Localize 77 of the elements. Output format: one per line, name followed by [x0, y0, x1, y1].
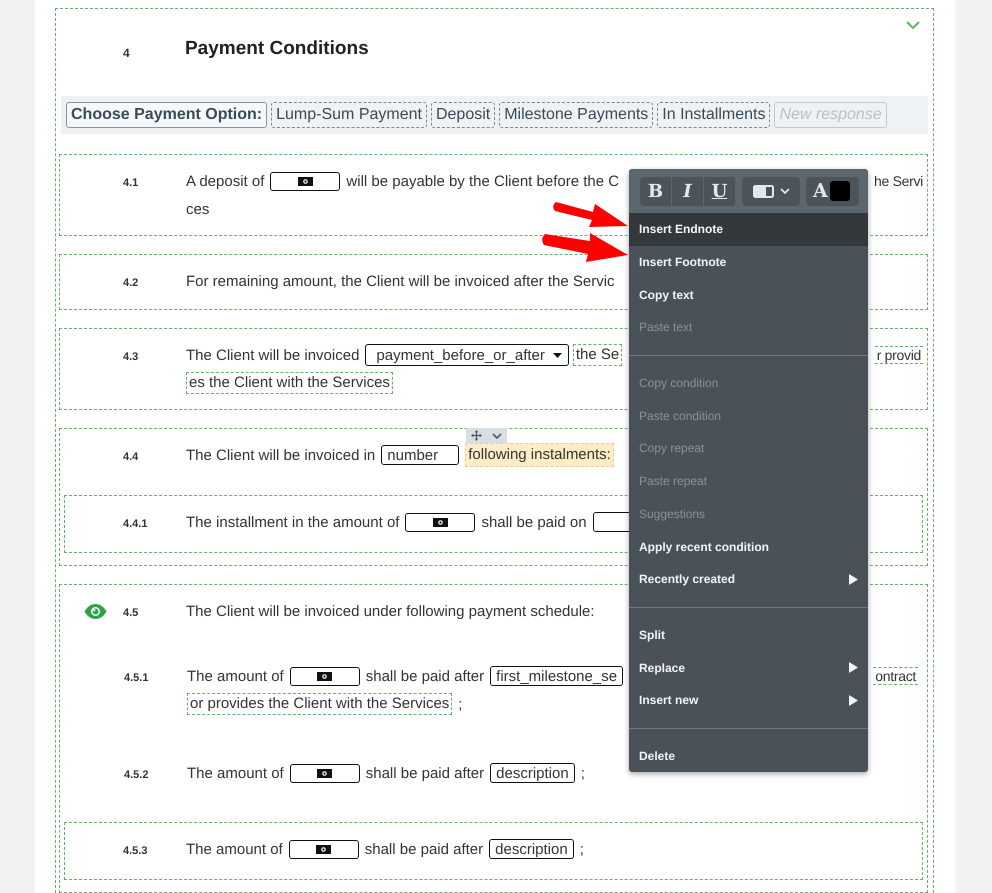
clause-text: For remaining amount, the Client will be invoiced after the Servic	[186, 272, 615, 290]
clause-text: The Client will be invoiced	[186, 346, 360, 364]
clause-text: The amount of	[187, 668, 284, 684]
clause-text: The Client will be invoiced in	[186, 446, 376, 464]
conditional-text: the Se	[572, 344, 622, 366]
payment-option[interactable]: Milestone Payments	[499, 102, 654, 128]
conditional-text: ontract	[873, 667, 918, 685]
banknote-icon	[432, 518, 448, 526]
highlight-button[interactable]	[742, 176, 800, 206]
section-title: Payment Conditions	[185, 38, 369, 60]
amount-field[interactable]	[290, 666, 360, 686]
menu-item[interactable]: Recently created	[629, 562, 868, 596]
underline-button[interactable]: U	[704, 176, 736, 206]
amount-field[interactable]	[288, 840, 359, 858]
clause-text: The Client will be invoiced under following payment schedule:	[186, 602, 595, 620]
payment-option[interactable]: In Installments	[657, 102, 770, 128]
caret-icon	[552, 352, 562, 358]
color-swatch	[830, 181, 850, 201]
italic-button[interactable]: I	[672, 176, 704, 206]
clause-number: 4.2	[123, 276, 140, 291]
chevron-down-icon	[780, 188, 790, 194]
menu-item[interactable]: Copy text	[629, 278, 868, 312]
clause-text: ;	[580, 764, 585, 782]
payment-option[interactable]: Deposit	[430, 102, 496, 128]
chevron-down-icon	[492, 432, 502, 438]
menu-item[interactable]: Insert Endnote	[629, 213, 868, 246]
input-field[interactable]: number	[381, 445, 460, 465]
amount-field[interactable]	[270, 172, 340, 190]
clause-number: 4.4.1	[123, 517, 148, 532]
clause-text: he Servi	[874, 173, 923, 189]
amount-field[interactable]	[405, 512, 476, 532]
menu-item[interactable]: Replace	[629, 651, 868, 684]
font-color-button[interactable]: A	[806, 176, 859, 206]
clause-number: 4.5.3	[123, 844, 148, 859]
banknote-icon	[298, 176, 313, 186]
eye-icon[interactable]	[84, 604, 107, 618]
menu-item[interactable]: Insert Footnote	[629, 246, 868, 278]
clause-text: will be payable by the Client before the C	[346, 172, 620, 190]
clause-number: 4.1	[123, 176, 140, 191]
input-field[interactable]: description	[490, 763, 575, 783]
clause-text: A deposit of	[186, 172, 264, 190]
clause-text: ces	[186, 200, 210, 218]
clause-text: ;	[458, 696, 462, 712]
conditional-text: r provid	[874, 346, 923, 364]
input-field[interactable]: first_milestone_se	[490, 666, 624, 686]
banknote-icon	[317, 768, 332, 778]
input-field[interactable]: description	[489, 839, 574, 859]
block-handle[interactable]	[466, 428, 508, 443]
bold-button[interactable]: B	[640, 176, 672, 206]
amount-field[interactable]	[290, 764, 360, 782]
clause-text: shall be paid on	[481, 514, 587, 530]
clause-text: The amount of	[186, 840, 283, 858]
clause-text: shall be paid after	[366, 668, 484, 684]
conditional-text: es the Client with the Services	[186, 372, 393, 394]
menu-item[interactable]: Split	[629, 618, 868, 652]
conditional-text: or provides the Client with the Services	[187, 693, 452, 715]
banknote-icon	[317, 672, 332, 680]
clause-text: shall be paid after	[364, 840, 484, 858]
clause-number: 4.4	[123, 450, 140, 465]
payment-option[interactable]: Lump-Sum Payment	[271, 102, 427, 128]
option-label: Choose Payment Option:	[66, 102, 268, 128]
clause-number: 4.5.2	[124, 768, 150, 783]
move-icon	[471, 430, 482, 441]
menu-item[interactable]: Apply recent condition	[629, 530, 868, 563]
menu-item[interactable]: Insert new	[629, 684, 868, 717]
clause-number: 4.5.1	[124, 671, 150, 686]
clause-text: The amount of	[187, 764, 284, 782]
clause-number: 4.3	[123, 350, 140, 365]
clause-text: ;	[580, 840, 584, 858]
clause-text: shall be paid after	[366, 764, 484, 782]
dropdown[interactable]: payment_before_or_after	[365, 344, 569, 366]
clause-number: 4.5	[123, 606, 140, 621]
section-number: 4	[123, 45, 131, 60]
banknote-icon	[316, 844, 332, 854]
clause-text: The installment in the amount of	[186, 514, 400, 530]
highlight-icon	[752, 184, 774, 198]
menu-item[interactable]: Delete	[629, 740, 868, 772]
